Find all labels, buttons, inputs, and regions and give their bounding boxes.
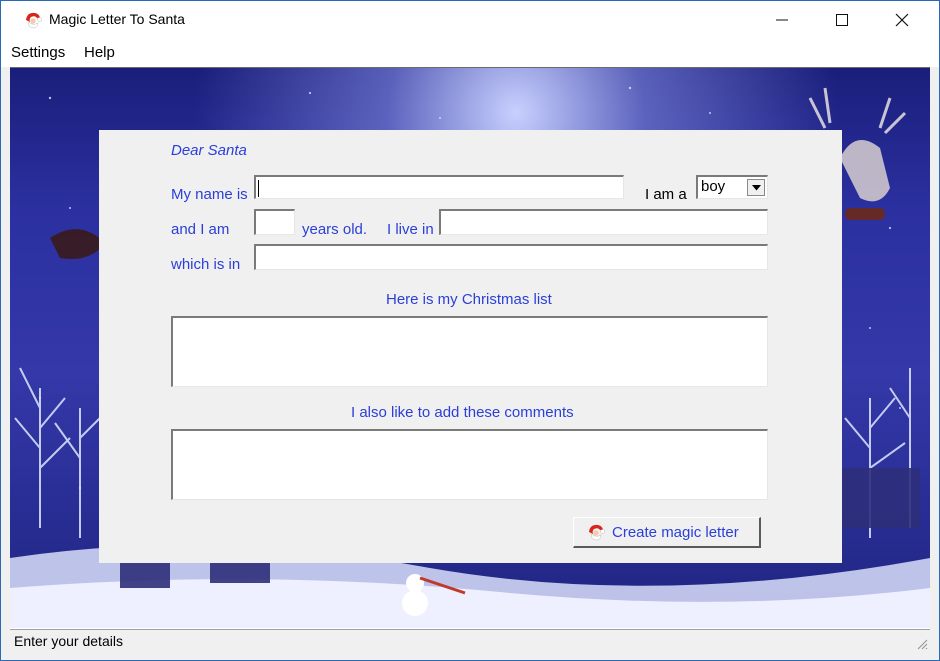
live-in-label: I live in [387, 221, 434, 238]
minimize-button[interactable] [753, 1, 811, 39]
create-magic-letter-button[interactable]: Create magic letter [573, 517, 761, 548]
santa-icon [589, 524, 605, 541]
maximize-button[interactable] [813, 1, 871, 39]
menu-help[interactable]: Help [84, 44, 115, 61]
maximize-icon [836, 14, 848, 26]
chevron-down-icon [751, 184, 761, 190]
resize-grip-icon[interactable] [916, 638, 928, 650]
country-label: which is in [171, 256, 241, 273]
window-title: Magic Letter To Santa [49, 11, 185, 27]
status-text: Enter your details [14, 633, 123, 649]
app-window: Magic Letter To Santa Settings Help Dear… [0, 0, 940, 661]
create-magic-letter-label: Create magic letter [612, 523, 739, 541]
menu-bar: Settings Help [1, 39, 939, 67]
gender-select[interactable]: boy [696, 175, 768, 199]
title-bar[interactable]: Magic Letter To Santa [1, 1, 939, 39]
comments-heading: I also like to add these comments [351, 404, 574, 421]
status-bar: Enter your details [10, 629, 930, 652]
gender-label: I am a [645, 186, 687, 203]
christmas-list-heading: Here is my Christmas list [386, 291, 552, 308]
city-input[interactable] [439, 209, 768, 235]
menu-settings[interactable]: Settings [11, 44, 65, 61]
gender-select-value: boy [701, 178, 726, 195]
santa-icon [26, 12, 42, 29]
christmas-list-textarea[interactable] [171, 316, 768, 387]
name-label: My name is [171, 186, 248, 203]
window-frame-bottom [1, 651, 939, 660]
age-input[interactable] [254, 209, 295, 235]
name-input[interactable] [254, 175, 624, 199]
age-label: and I am [171, 221, 230, 238]
dropdown-arrow-button[interactable] [747, 179, 765, 196]
country-input[interactable] [254, 244, 768, 270]
window-frame-right [930, 67, 939, 660]
close-button[interactable] [873, 1, 931, 39]
minimize-icon [776, 19, 788, 21]
close-icon [895, 13, 909, 27]
greeting-label: Dear Santa [171, 142, 247, 159]
text-caret [258, 180, 259, 197]
comments-textarea[interactable] [171, 429, 768, 500]
window-frame-left [1, 67, 10, 660]
years-old-label: years old. [302, 221, 368, 238]
